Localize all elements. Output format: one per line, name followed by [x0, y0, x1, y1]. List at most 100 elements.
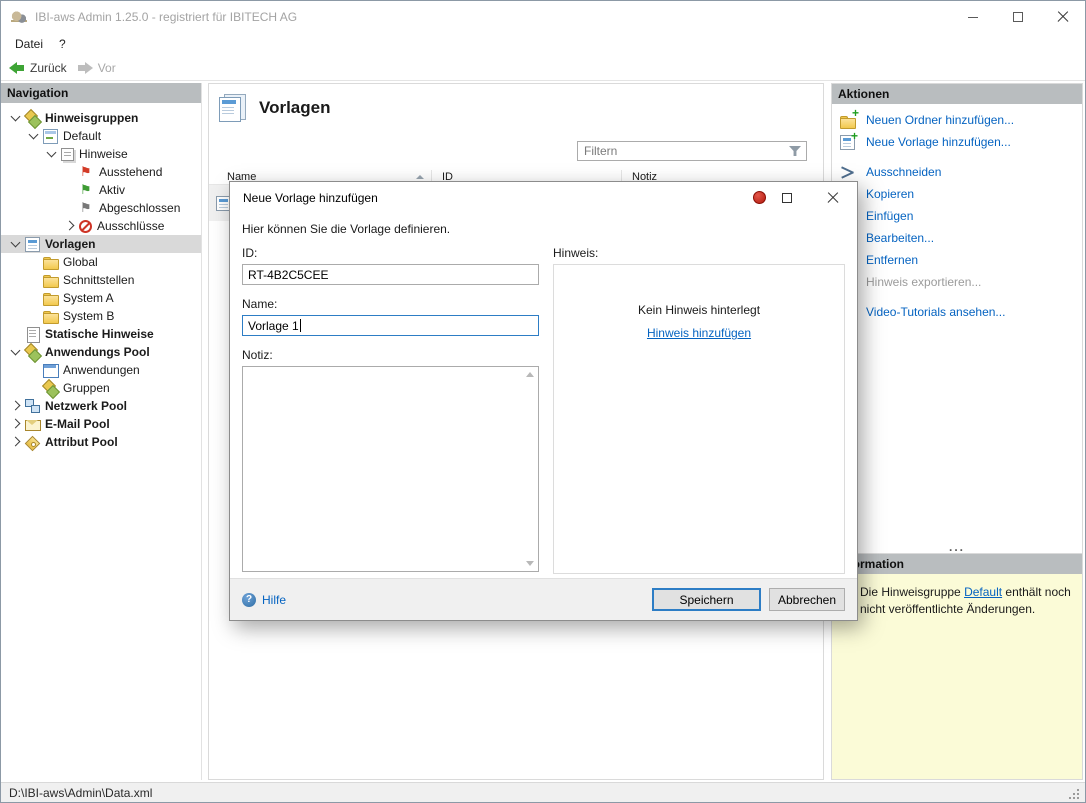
back-button[interactable]: Zurück	[9, 61, 67, 75]
tree-item-email-pool[interactable]: E-Mail Pool	[1, 415, 201, 433]
tree-item-ausschluesse[interactable]: Ausschlüsse	[1, 217, 201, 235]
scissors-icon	[840, 165, 855, 180]
tree-item-system-a[interactable]: System A	[1, 289, 201, 307]
scroll-down-icon[interactable]	[526, 561, 534, 566]
close-icon	[827, 192, 839, 204]
id-input[interactable]	[242, 264, 539, 285]
dialog-maximize-button[interactable]	[779, 190, 795, 206]
chevron-right-icon[interactable]	[7, 433, 25, 451]
tree-item-schnittstellen[interactable]: Schnittstellen	[1, 271, 201, 289]
plus-badge-icon	[851, 130, 858, 142]
hinweis-label: Hinweis:	[553, 246, 845, 260]
tree-item-global[interactable]: Global	[1, 253, 201, 271]
scroll-up-icon[interactable]	[526, 372, 534, 377]
folder-icon	[43, 291, 58, 306]
resize-grip-icon[interactable]	[1069, 787, 1081, 799]
chevron-right-icon[interactable]	[7, 397, 25, 415]
tree-item-gruppen[interactable]: Gruppen	[1, 379, 201, 397]
dialog-titlebar[interactable]: Neue Vorlage hinzufügen	[230, 182, 857, 213]
forbidden-icon	[79, 220, 92, 233]
network-icon	[25, 399, 40, 414]
minimize-button[interactable]	[950, 1, 995, 33]
help-button[interactable]: Hilfe	[242, 593, 286, 607]
save-button[interactable]: Speichern	[652, 588, 761, 611]
chevron-spacer	[25, 289, 43, 307]
hinweis-panel: Kein Hinweis hinterlegt Hinweis hinzufüg…	[553, 264, 845, 574]
tree-item-ausstehend[interactable]: Ausstehend	[1, 163, 201, 181]
dialog-description: Hier können Sie die Vorlage definieren.	[242, 222, 845, 236]
template-icon	[25, 237, 40, 252]
app-window: IBI-aws Admin 1.25.0 - registriert für I…	[0, 0, 1086, 803]
forward-button[interactable]: Vor	[77, 61, 116, 75]
filter-box	[577, 141, 807, 161]
action-export-hint[interactable]: Hinweis exportieren...	[832, 271, 1082, 293]
tree-item-default[interactable]: Default	[1, 127, 201, 145]
dialog-controls	[753, 182, 841, 213]
name-value: Vorlage 1	[248, 319, 299, 333]
action-new-folder[interactable]: Neuen Ordner hinzufügen...	[832, 109, 1082, 131]
action-cut[interactable]: Ausschneiden	[832, 161, 1082, 183]
form-icon	[43, 129, 58, 144]
status-path: D:\IBI-aws\Admin\Data.xml	[9, 786, 152, 800]
folder-icon	[43, 255, 58, 270]
default-group-link[interactable]: Default	[964, 585, 1002, 599]
tree-item-vorlagen[interactable]: Vorlagen	[1, 235, 201, 253]
hinweis-empty-text: Kein Hinweis hinterlegt	[554, 303, 844, 317]
tree-item-attribut-pool[interactable]: Attribut Pool	[1, 433, 201, 451]
main-header: Vorlagen	[209, 84, 823, 121]
chevron-down-icon[interactable]	[43, 145, 61, 163]
chevron-right-icon[interactable]	[61, 217, 79, 235]
group-icon	[25, 345, 40, 360]
close-button[interactable]	[1040, 1, 1085, 33]
actions-panel: Aktionen Neuen Ordner hinzufügen... Neue…	[831, 83, 1083, 553]
tree-item-netzwerk-pool[interactable]: Netzwerk Pool	[1, 397, 201, 415]
toolbar: Zurück Vor	[1, 55, 1085, 81]
menu-datei[interactable]: Datei	[15, 37, 43, 51]
navigation-panel: Navigation Hinweisgruppen Default Hinwei…	[1, 83, 202, 780]
chevron-spacer	[25, 271, 43, 289]
notiz-textarea[interactable]	[242, 366, 539, 572]
tree-item-anwendungs-pool[interactable]: Anwendungs Pool	[1, 343, 201, 361]
menu-help[interactable]: ?	[59, 37, 66, 51]
chevron-down-icon[interactable]	[7, 343, 25, 361]
tree-item-system-b[interactable]: System B	[1, 307, 201, 325]
tree-item-aktiv[interactable]: Aktiv	[1, 181, 201, 199]
new-template-dialog: Neue Vorlage hinzufügen Hier können Sie …	[229, 181, 858, 621]
chevron-spacer	[25, 253, 43, 271]
filter-input[interactable]	[577, 141, 807, 161]
chevron-down-icon[interactable]	[7, 235, 25, 253]
dialog-title: Neue Vorlage hinzufügen	[243, 191, 378, 205]
actions-header: Aktionen	[832, 84, 1082, 104]
action-edit[interactable]: Bearbeiten...	[832, 227, 1082, 249]
group-icon	[43, 381, 58, 396]
tree-item-hinweise[interactable]: Hinweise	[1, 145, 201, 163]
action-video-tutorials[interactable]: Video-Tutorials ansehen...	[832, 301, 1082, 323]
tree-item-anwendungen[interactable]: Anwendungen	[1, 361, 201, 379]
action-list: Neuen Ordner hinzufügen... Neue Vorlage …	[832, 104, 1082, 323]
action-copy[interactable]: Kopieren	[832, 183, 1082, 205]
maximize-button[interactable]	[995, 1, 1040, 33]
action-paste[interactable]: Einfügen	[832, 205, 1082, 227]
tree-item-abgeschlossen[interactable]: Abgeschlossen	[1, 199, 201, 217]
dialog-footer: Hilfe Speichern Abbrechen	[230, 578, 857, 620]
name-input[interactable]: Vorlage 1	[242, 315, 539, 336]
help-icon	[242, 593, 256, 607]
chevron-right-icon[interactable]	[7, 415, 25, 433]
forward-label: Vor	[98, 61, 116, 75]
information-text: Die Hinweisgruppe Default enthält noch n…	[860, 584, 1074, 618]
green-flag-icon	[79, 183, 94, 198]
cancel-button[interactable]: Abbrechen	[769, 588, 845, 611]
action-remove[interactable]: Entfernen	[832, 249, 1082, 271]
chevron-down-icon[interactable]	[7, 109, 25, 127]
tree-item-hinweisgruppen[interactable]: Hinweisgruppen	[1, 109, 201, 127]
add-hinweis-link[interactable]: Hinweis hinzufügen	[647, 326, 751, 340]
dialog-body: Hier können Sie die Vorlage definieren. …	[230, 213, 857, 579]
information-panel: Information Die Hinweisgruppe Default en…	[831, 553, 1083, 780]
tree-item-statische-hinweise[interactable]: Statische Hinweise	[1, 325, 201, 343]
action-new-template[interactable]: Neue Vorlage hinzufügen...	[832, 131, 1082, 153]
folder-icon	[43, 309, 58, 324]
dialog-close-button[interactable]	[825, 190, 841, 206]
mail-icon	[25, 417, 40, 432]
chevron-spacer	[7, 325, 25, 343]
chevron-down-icon[interactable]	[25, 127, 43, 145]
